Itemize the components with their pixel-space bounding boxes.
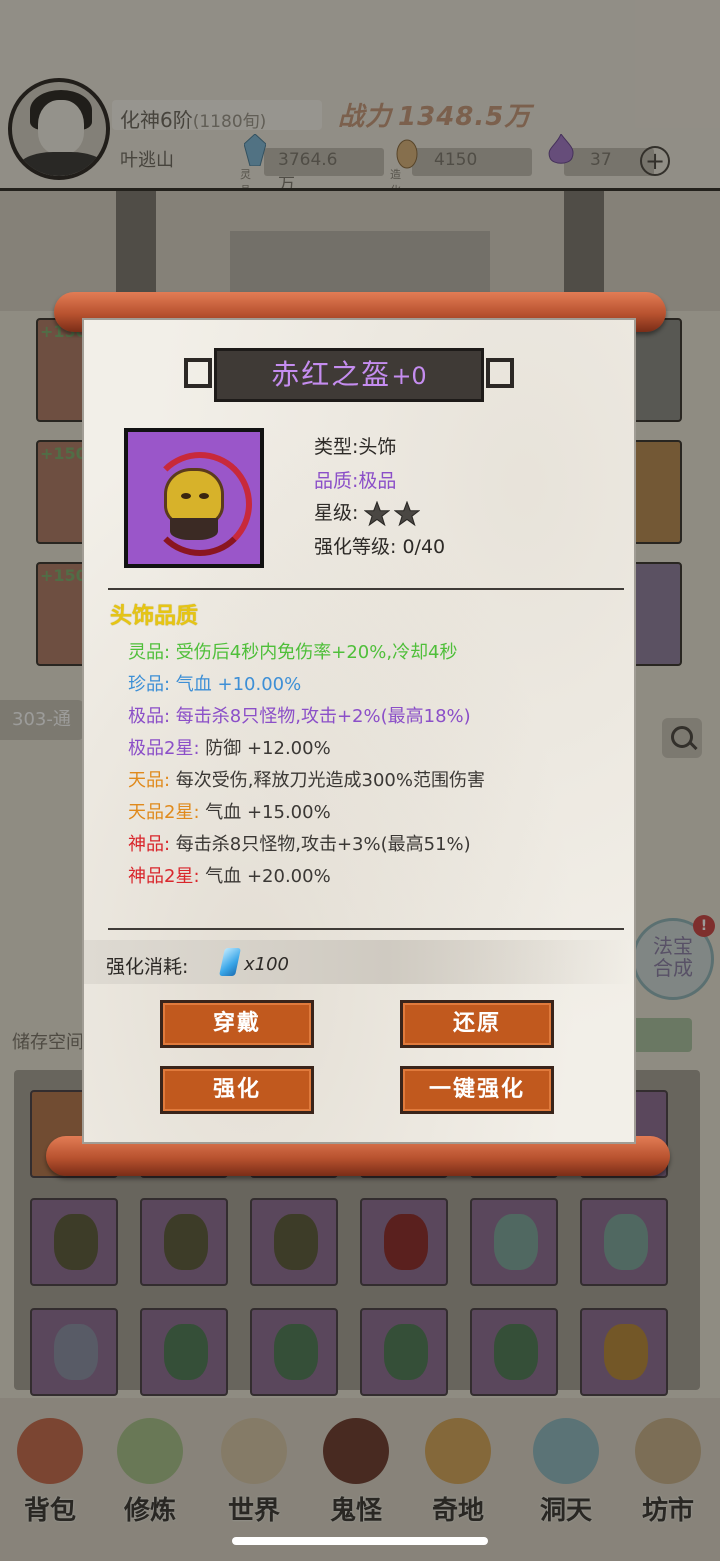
item-title: 赤红之盔+0 xyxy=(214,348,484,402)
title-ornament-left xyxy=(184,358,212,388)
enhance-cost-amount: x100 xyxy=(244,954,290,975)
quality-line-heaven: 天品: 每次受伤,释放刀光造成300%范围伤害 xyxy=(128,770,485,791)
item-stars: 星级: xyxy=(314,498,424,527)
title-ornament-right xyxy=(486,358,514,388)
item-icon-frame xyxy=(124,428,264,568)
divider xyxy=(108,928,624,930)
quality-line-heaven-2star: 天品2星: 气血 +15.00% xyxy=(128,802,331,823)
quality-line-divine: 神品: 每击杀8只怪物,攻击+3%(最高51%) xyxy=(128,834,471,855)
enhance-button[interactable]: 强化 xyxy=(160,1066,314,1114)
equip-button[interactable]: 穿戴 xyxy=(160,1000,314,1048)
quality-line-epic: 极品: 每击杀8只怪物,攻击+2%(最高18%) xyxy=(128,706,471,727)
quality-line-divine-2star: 神品2星: 气血 +20.00% xyxy=(128,866,331,887)
star-icon xyxy=(394,500,421,526)
item-detail-modal: 赤红之盔+0 类型:头饰 品质:极品 星级: 强化等级: 0/40 头饰品质 灵… xyxy=(82,318,636,1144)
quality-section-title: 头饰品质 xyxy=(110,604,199,629)
quality-line-spirit: 灵品: 受伤后4秒内免伤率+20%,冷却4秒 xyxy=(128,642,458,663)
item-enhance-level: 强化等级: 0/40 xyxy=(314,536,446,558)
star-icon xyxy=(364,500,391,526)
item-quality: 品质:极品 xyxy=(314,470,397,492)
home-indicator[interactable] xyxy=(232,1537,488,1545)
helmet-icon xyxy=(128,432,260,564)
quality-line-epic-2star: 极品2星: 防御 +12.00% xyxy=(128,738,331,759)
divider xyxy=(108,588,624,590)
auto-enhance-button[interactable]: 一键强化 xyxy=(400,1066,554,1114)
enhance-cost-label: 强化消耗: xyxy=(106,956,189,978)
restore-button[interactable]: 还原 xyxy=(400,1000,554,1048)
item-type: 类型:头饰 xyxy=(314,436,397,458)
quality-line-rare: 珍品: 气血 +10.00% xyxy=(128,674,302,695)
